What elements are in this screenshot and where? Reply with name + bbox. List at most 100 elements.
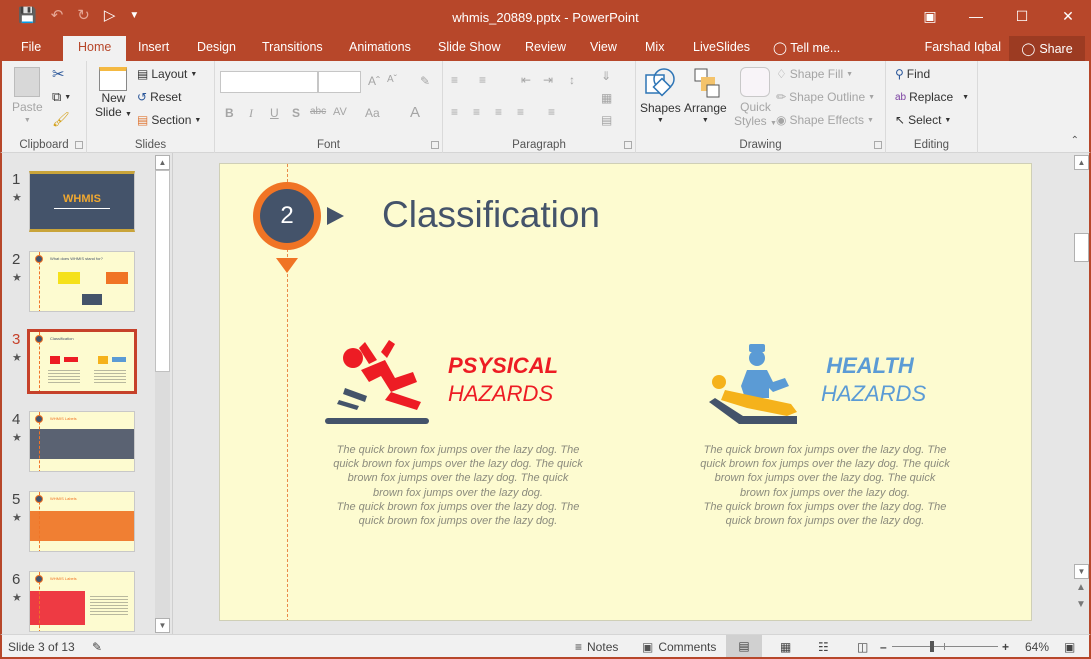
find-button[interactable]: ⚲ Find: [895, 67, 930, 81]
slide-canvas[interactable]: 2 Classification PSYSICAL HAZARDS The qu…: [219, 163, 1032, 621]
shape-effects-button[interactable]: ◉ Shape Effects ▼: [776, 113, 874, 127]
health-hazards-heading[interactable]: HEALTH HAZARDS: [821, 352, 926, 408]
strikethrough-button[interactable]: abc: [310, 106, 326, 117]
thumbnail-slide-2[interactable]: 2 ★ What does WHMIS stand for?: [2, 251, 157, 321]
tab-design[interactable]: Design: [197, 40, 236, 54]
health-hazards-body[interactable]: The quick brown fox jumps over the lazy …: [690, 443, 960, 528]
normal-view-button[interactable]: ▤: [726, 635, 762, 657]
fit-slide-icon[interactable]: ▣: [1064, 640, 1075, 654]
close-icon[interactable]: ✕: [1045, 0, 1091, 32]
increase-font-icon[interactable]: Aˆ: [368, 74, 380, 88]
tab-review[interactable]: Review: [525, 40, 566, 54]
character-spacing-button[interactable]: AV: [333, 106, 347, 118]
shadow-button[interactable]: S: [292, 106, 300, 120]
cut-icon[interactable]: ✂: [52, 65, 65, 83]
quick-styles-button[interactable]: Quick Styles ▼: [734, 67, 777, 131]
zoom-slider[interactable]: [892, 641, 998, 652]
align-right-icon[interactable]: ≡: [495, 105, 502, 119]
smartart-icon[interactable]: ▤: [601, 113, 612, 127]
shapes-button[interactable]: Shapes ▼: [640, 67, 681, 124]
scroll-up-icon[interactable]: ▲: [1074, 155, 1089, 170]
dialog-launcher-icon[interactable]: [874, 141, 882, 149]
font-size-combobox[interactable]: [318, 71, 361, 93]
thumbnail-slide-3[interactable]: 3 ★ Classification: [2, 329, 157, 401]
italic-button[interactable]: I: [249, 106, 253, 121]
replace-button[interactable]: ab Replace ▼: [895, 90, 969, 104]
format-painter-icon[interactable]: 🖌: [52, 111, 70, 128]
tab-transitions[interactable]: Transitions: [262, 40, 323, 54]
section-button[interactable]: ▤ Section ▼: [137, 113, 201, 127]
clear-formatting-icon[interactable]: ✎: [420, 74, 430, 88]
zoom-level[interactable]: 64%: [1025, 640, 1049, 654]
shape-fill-button[interactable]: ♢ Shape Fill ▼: [776, 67, 853, 81]
maximize-icon[interactable]: ☐: [999, 0, 1045, 32]
dialog-launcher-icon[interactable]: [431, 141, 439, 149]
dialog-launcher-icon[interactable]: [75, 141, 83, 149]
line-spacing-icon[interactable]: ↕: [569, 73, 575, 87]
scroll-up-icon[interactable]: ▲: [155, 155, 170, 170]
thumbnail-slide-5[interactable]: 5 ★ WHMIS Labels: [2, 491, 157, 561]
shape-outline-button[interactable]: ✏ Shape Outline ▼: [776, 90, 875, 104]
increase-indent-icon[interactable]: ⇥: [543, 73, 553, 87]
tab-liveslides[interactable]: LiveSlides: [693, 40, 750, 54]
slide-title[interactable]: Classification: [382, 194, 600, 236]
scroll-down-icon[interactable]: ▼: [1074, 564, 1089, 579]
scroll-thumb[interactable]: [1074, 233, 1089, 262]
dialog-launcher-icon[interactable]: [624, 141, 632, 149]
thumbnail-scrollbar[interactable]: ▲ ▼: [155, 155, 170, 633]
tab-slide-show[interactable]: Slide Show: [438, 40, 501, 54]
zoom-slider-thumb[interactable]: [930, 641, 934, 652]
tab-file[interactable]: File: [21, 40, 41, 54]
tab-animations[interactable]: Animations: [349, 40, 411, 54]
tab-insert[interactable]: Insert: [138, 40, 169, 54]
tab-mix[interactable]: Mix: [645, 40, 664, 54]
paste-button[interactable]: Paste ▼: [12, 67, 43, 124]
new-slide-button[interactable]: New Slide ▼: [95, 67, 132, 121]
arrange-button[interactable]: Arrange ▼: [684, 67, 727, 124]
slide-show-button[interactable]: ◫: [857, 640, 868, 654]
layout-button[interactable]: ▤ Layout ▼: [137, 67, 197, 81]
notes-button[interactable]: ≡ Notes: [575, 640, 618, 654]
reading-view-button[interactable]: ☷: [818, 640, 829, 654]
align-left-icon[interactable]: ≡: [451, 105, 458, 119]
font-name-combobox[interactable]: [220, 71, 318, 93]
collapse-ribbon-icon[interactable]: ⌃: [1071, 135, 1079, 146]
tab-view[interactable]: View: [590, 40, 617, 54]
decrease-font-icon[interactable]: Aˇ: [387, 74, 397, 85]
change-case-button[interactable]: Aa: [365, 106, 380, 120]
decrease-indent-icon[interactable]: ⇤: [521, 73, 531, 87]
thumbnail-slide-4[interactable]: 4 ★ WHMIS Labels: [2, 411, 157, 481]
editor-scrollbar[interactable]: ▲ ▼ ▲ ▼: [1074, 153, 1091, 634]
copy-icon[interactable]: ⧉ ▼: [52, 89, 71, 105]
physical-hazards-heading[interactable]: PSYSICAL HAZARDS: [448, 352, 558, 408]
reset-button[interactable]: ↺ Reset: [137, 90, 181, 104]
select-button[interactable]: ↖ Select ▼: [895, 113, 951, 127]
comments-button[interactable]: ▣ Comments: [642, 640, 716, 654]
font-color-button[interactable]: A: [410, 104, 420, 121]
scroll-thumb[interactable]: [155, 170, 170, 372]
text-direction-icon[interactable]: ⇓: [601, 69, 611, 83]
align-center-icon[interactable]: ≡: [473, 105, 480, 119]
scroll-down-icon[interactable]: ▼: [155, 618, 170, 633]
previous-slide-icon[interactable]: ▲: [1076, 582, 1086, 593]
thumbnail-slide-6[interactable]: 6 ★ WHMIS Labels: [2, 571, 157, 641]
bold-button[interactable]: B: [225, 106, 234, 120]
justify-icon[interactable]: ≡: [517, 105, 524, 119]
tab-home[interactable]: Home: [63, 36, 127, 61]
underline-button[interactable]: U: [270, 106, 279, 120]
zoom-out-button[interactable]: –: [880, 640, 887, 654]
slide-sorter-button[interactable]: ▦: [780, 640, 791, 654]
share-button[interactable]: ◯ Share: [1009, 36, 1085, 61]
user-name[interactable]: Farshad Iqbal: [925, 40, 1001, 54]
thumbnail-slide-1[interactable]: 1 ★ WHMIS: [2, 171, 157, 241]
next-slide-icon[interactable]: ▼: [1076, 599, 1086, 610]
spelling-check-icon[interactable]: ✎: [92, 640, 102, 654]
align-text-icon[interactable]: ▦: [601, 91, 612, 105]
bullets-icon[interactable]: ≡: [451, 73, 458, 87]
tell-me-search[interactable]: ◯ Tell me...: [773, 40, 840, 55]
numbering-icon[interactable]: ≡: [479, 73, 486, 87]
columns-icon[interactable]: ≡: [548, 105, 555, 119]
minimize-icon[interactable]: —: [953, 0, 999, 32]
ribbon-display-options-icon[interactable]: ▣: [907, 0, 953, 32]
physical-hazards-body[interactable]: The quick brown fox jumps over the lazy …: [323, 443, 593, 528]
